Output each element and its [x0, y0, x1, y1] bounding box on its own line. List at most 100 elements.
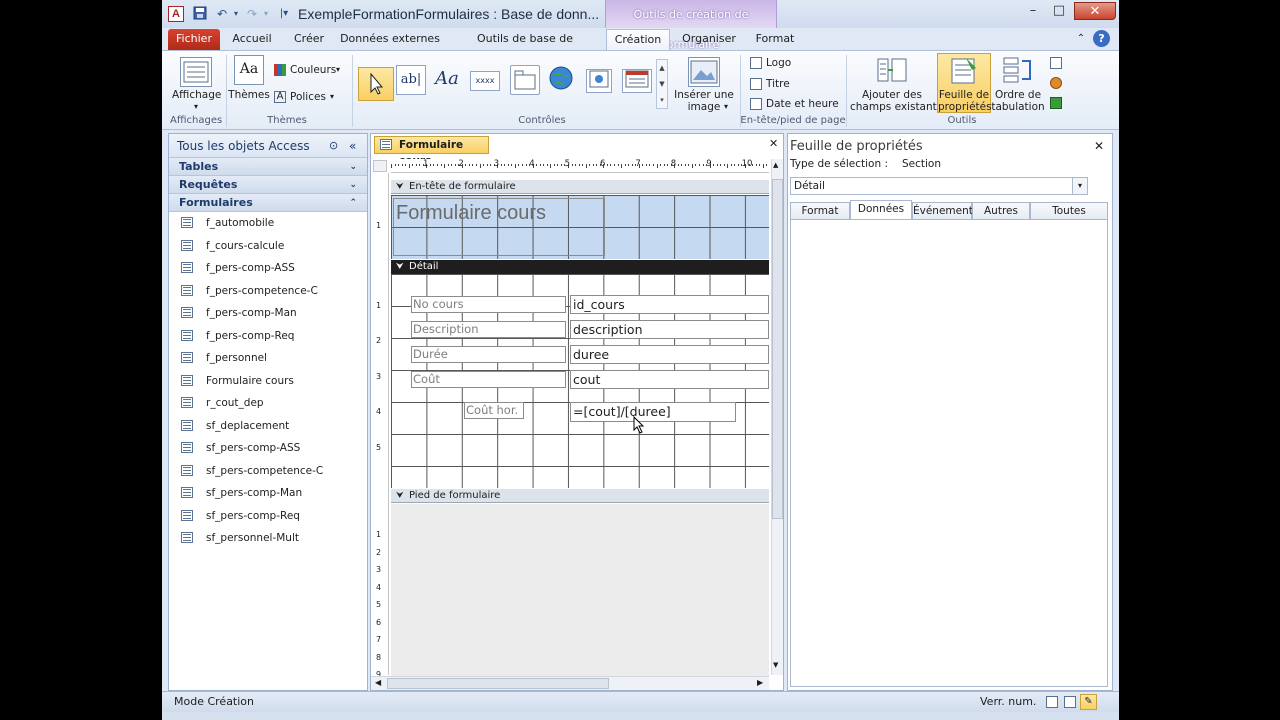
- controls-gallery-scroll[interactable]: ▲ ▼ ▾: [656, 59, 668, 109]
- fonts-dropdown-icon[interactable]: ▾: [330, 91, 334, 103]
- nav-item-form[interactable]: f_pers-comp-Man: [169, 302, 367, 325]
- minimize-ribbon-icon[interactable]: ⌃: [1074, 29, 1088, 50]
- field-label[interactable]: Coût: [411, 371, 566, 388]
- insert-image-label[interactable]: Insérer une: [672, 89, 736, 101]
- title-icon[interactable]: [750, 78, 762, 90]
- document-tab-formulaire-cours[interactable]: Formulaire cours: [374, 136, 489, 167]
- nav-item-form[interactable]: f_pers-competence-C: [169, 280, 367, 303]
- navigation-control-icon[interactable]: [622, 69, 652, 93]
- close-property-sheet-icon[interactable]: ✕: [1094, 139, 1104, 153]
- computed-textbox[interactable]: =[cout]/[duree]: [570, 402, 736, 422]
- nav-item-form[interactable]: f_cours-calcule: [169, 235, 367, 258]
- tab-prop-evenement[interactable]: Événement: [912, 202, 973, 220]
- horizontal-scroll-thumb[interactable]: [387, 678, 609, 689]
- insert-image-label-2[interactable]: image: [680, 101, 728, 113]
- tab-prop-toutes[interactable]: Toutes: [1030, 202, 1108, 220]
- tab-prop-format[interactable]: Format: [790, 202, 850, 220]
- minimize-button[interactable]: –: [1020, 2, 1046, 20]
- nav-item-form[interactable]: sf_pers-comp-Man: [169, 482, 367, 505]
- expand-chevron-icon[interactable]: ⌄: [349, 176, 357, 194]
- web-browser-control-icon[interactable]: [586, 69, 612, 93]
- close-button[interactable]: ✕: [1074, 2, 1116, 20]
- field-label[interactable]: No cours: [411, 296, 566, 313]
- scroll-down-icon[interactable]: ▼: [773, 661, 778, 669]
- property-sheet-icon[interactable]: [948, 56, 980, 86]
- fonts-button-label[interactable]: Polices: [290, 91, 326, 103]
- field-label[interactable]: Durée: [411, 346, 566, 363]
- nav-filter-dropdown-icon[interactable]: ⊙: [329, 134, 338, 158]
- label-control-icon[interactable]: Aa: [432, 65, 462, 95]
- themes-icon[interactable]: Aa: [234, 55, 264, 85]
- layout-view-icon[interactable]: [1064, 696, 1076, 708]
- computed-label[interactable]: Coût hor.: [464, 402, 524, 419]
- scroll-left-icon[interactable]: ◀: [375, 678, 381, 687]
- redo-dropdown-icon[interactable]: ▾: [258, 6, 274, 22]
- add-existing-fields-label[interactable]: Ajouter des: [852, 89, 932, 101]
- nav-category-requetes[interactable]: Requêtes ⌄: [169, 176, 367, 194]
- themes-button-label[interactable]: Thèmes: [228, 89, 270, 101]
- date-time-icon[interactable]: [750, 98, 762, 110]
- nav-item-form[interactable]: f_pers-comp-ASS: [169, 257, 367, 280]
- collapse-nav-pane-icon[interactable]: «: [349, 134, 356, 158]
- property-sheet-label-2[interactable]: propriétés: [938, 101, 992, 113]
- date-time-button-label[interactable]: Date et heure: [766, 98, 839, 110]
- subform-icon[interactable]: [1050, 57, 1062, 69]
- field-label[interactable]: Description: [411, 321, 566, 338]
- customize-qat-icon[interactable]: |▾: [276, 6, 292, 22]
- scroll-right-icon[interactable]: ▶: [757, 678, 763, 687]
- textbox-control-icon[interactable]: ab|: [396, 65, 426, 95]
- nav-item-form[interactable]: Formulaire cours: [169, 369, 367, 392]
- nav-item-form[interactable]: sf_deplacement: [169, 415, 367, 438]
- tab-organiser[interactable]: Organiser: [678, 29, 740, 50]
- section-bar-detail[interactable]: ⮟ Détail: [391, 260, 769, 274]
- tab-order-icon[interactable]: [1002, 55, 1034, 85]
- field-textbox[interactable]: cout: [570, 370, 769, 389]
- hyperlink-globe-icon[interactable]: [546, 65, 576, 95]
- nav-item-form[interactable]: sf_pers-comp-Req: [169, 505, 367, 528]
- access-app-icon[interactable]: A: [168, 6, 184, 22]
- save-icon[interactable]: [192, 6, 208, 22]
- nav-item-form[interactable]: f_personnel: [169, 347, 367, 370]
- property-sheet-label[interactable]: Feuille de: [938, 89, 990, 101]
- horizontal-scrollbar[interactable]: ◀ ▶: [371, 676, 769, 690]
- tab-creer[interactable]: Créer: [284, 29, 334, 50]
- tab-prop-donnees[interactable]: Données: [850, 200, 912, 220]
- collapse-chevron-icon[interactable]: ⌃: [349, 194, 357, 212]
- title-button-label[interactable]: Titre: [766, 78, 790, 90]
- help-icon[interactable]: ?: [1093, 30, 1110, 47]
- section-bar-header[interactable]: ⮟ En-tête de formulaire: [391, 180, 769, 194]
- undo-dropdown-icon[interactable]: ▾: [228, 6, 244, 22]
- view-icon[interactable]: [180, 57, 212, 87]
- tab-order-label-2[interactable]: tabulation: [990, 101, 1046, 113]
- fonts-icon[interactable]: A: [274, 91, 286, 103]
- nav-item-form[interactable]: sf_pers-comp-ASS: [169, 437, 367, 460]
- scroll-up-icon[interactable]: ▲: [773, 161, 778, 169]
- nav-category-tables[interactable]: Tables ⌄: [169, 158, 367, 176]
- logo-icon[interactable]: [750, 57, 762, 69]
- nav-pane-header[interactable]: Tous les objets Access ⊙ «: [169, 134, 367, 158]
- vertical-scrollbar[interactable]: ▲ ▼: [771, 159, 783, 675]
- tab-format[interactable]: Format: [750, 29, 800, 50]
- form-view-icon[interactable]: [1046, 696, 1058, 708]
- form-title-label[interactable]: Formulaire cours: [393, 198, 605, 256]
- chevron-down-icon[interactable]: ▾: [1072, 178, 1087, 194]
- selection-combo[interactable]: Détail ▾: [790, 177, 1088, 195]
- view-button-label[interactable]: Affichage: [172, 89, 221, 101]
- add-existing-fields-label-2[interactable]: champs existants: [850, 101, 942, 113]
- field-textbox[interactable]: id_cours: [570, 295, 769, 314]
- design-view-icon[interactable]: ✎: [1080, 694, 1097, 710]
- button-control-icon[interactable]: xxxx: [470, 71, 500, 91]
- tab-prop-autres[interactable]: Autres: [972, 202, 1030, 220]
- nav-item-form[interactable]: sf_pers-competence-C: [169, 460, 367, 483]
- insert-image-dropdown-icon[interactable]: ▾: [724, 101, 728, 113]
- nav-item-form[interactable]: sf_personnel-Mult: [169, 527, 367, 550]
- tab-donnees-externes[interactable]: Données externes: [340, 29, 440, 50]
- close-document-icon[interactable]: ✕: [769, 137, 778, 150]
- form-selector[interactable]: [373, 160, 387, 172]
- view-dropdown-icon[interactable]: ▾: [190, 101, 202, 113]
- nav-item-form[interactable]: f_pers-comp-Req: [169, 325, 367, 348]
- tab-order-label[interactable]: Ordre de: [992, 89, 1044, 101]
- add-existing-fields-icon[interactable]: [876, 55, 908, 85]
- colors-dropdown-icon[interactable]: ▾: [336, 64, 340, 76]
- field-textbox[interactable]: duree: [570, 345, 769, 364]
